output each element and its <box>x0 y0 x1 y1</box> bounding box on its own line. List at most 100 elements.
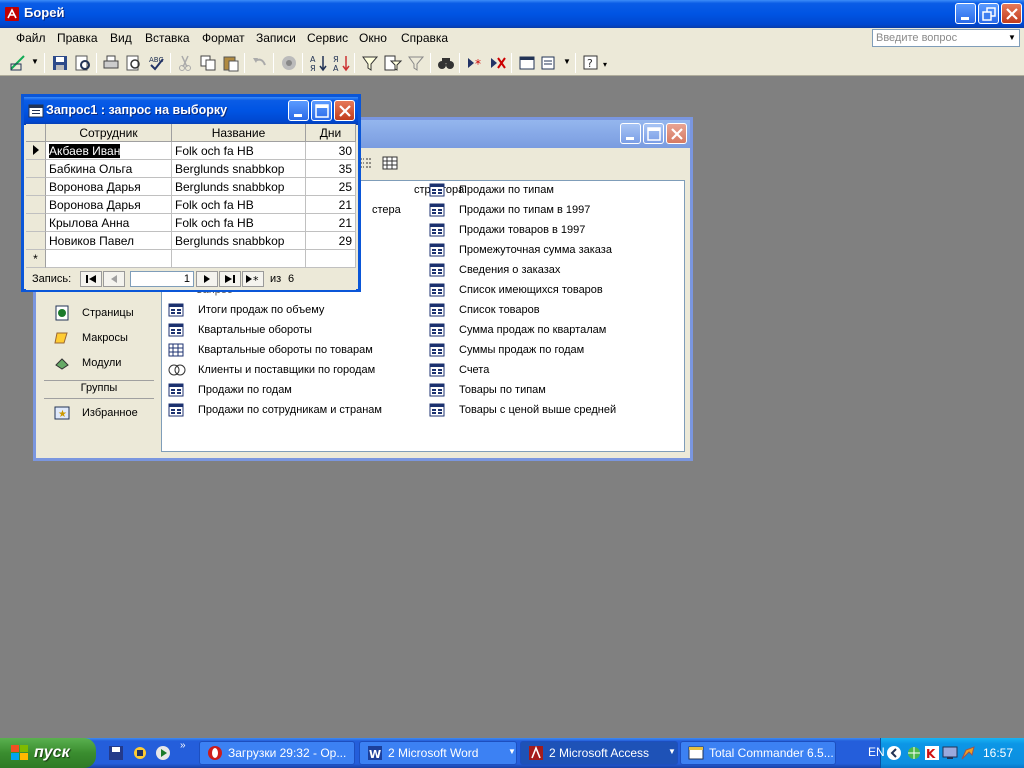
current-record-input[interactable]: 1 <box>130 271 194 287</box>
menu-format[interactable]: Формат <box>202 31 245 45</box>
ask-dropdown-icon[interactable]: ▼ <box>1008 30 1018 46</box>
details-view-icon[interactable] <box>382 156 398 170</box>
apply-filter-icon[interactable] <box>406 53 426 73</box>
table-cell[interactable]: 35 <box>306 160 356 178</box>
filter-by-form-icon[interactable] <box>383 53 403 73</box>
table-cell[interactable]: Folk och fa HB <box>172 214 306 232</box>
new-row-cell[interactable] <box>46 250 172 268</box>
quicklaunch-media-icon[interactable] <box>155 745 171 761</box>
first-record-button[interactable] <box>80 271 102 287</box>
list-item[interactable]: Товары с ценой выше средней <box>429 403 684 423</box>
row-selector[interactable] <box>26 178 46 196</box>
table-cell[interactable]: Крылова Анна <box>46 214 172 232</box>
toolbar-options-icon[interactable]: ▾ <box>603 60 607 69</box>
new-row-cell[interactable] <box>172 250 306 268</box>
menu-window[interactable]: Окно <box>359 31 387 45</box>
list-item[interactable]: Итоги продаж по объему <box>168 303 423 323</box>
db-close-button[interactable] <box>666 123 687 144</box>
list-item[interactable]: Продажи по сотрудникам и странам <box>168 403 423 423</box>
help-icon[interactable]: ? <box>581 53 601 73</box>
table-cell[interactable]: Folk och fa HB <box>172 142 306 160</box>
table-cell[interactable]: 25 <box>306 178 356 196</box>
list-item[interactable]: Товары по типам <box>429 383 684 403</box>
list-item[interactable]: Квартальные обороты по товарам <box>168 343 423 363</box>
row-selector[interactable] <box>26 160 46 178</box>
list-item[interactable]: Список товаров <box>429 303 684 323</box>
list-item[interactable]: Квартальные обороты <box>168 323 423 343</box>
access-key-icon[interactable] <box>4 6 20 22</box>
quicklaunch-save-icon[interactable] <box>108 745 124 761</box>
row-selector[interactable] <box>26 142 46 160</box>
close-button[interactable] <box>1001 3 1022 24</box>
list-item[interactable]: Промежуточная сумма заказа <box>429 243 684 263</box>
list-item[interactable]: Продажи по типам <box>429 183 684 203</box>
menu-edit[interactable]: Правка <box>57 31 98 45</box>
table-cell[interactable]: Новиков Павел <box>46 232 172 250</box>
app-titlebar[interactable] <box>0 0 1024 28</box>
table-cell[interactable]: Воронова Дарья <box>46 178 172 196</box>
previous-record-button[interactable] <box>103 271 125 287</box>
ask-question-input[interactable]: Введите вопрос <box>872 29 1020 47</box>
db-maximize-button[interactable] <box>643 123 664 144</box>
new-record-nav-button[interactable]: * <box>242 271 264 287</box>
sort-descending-icon[interactable]: ЯА <box>331 53 351 73</box>
tray-tool-icon[interactable] <box>960 745 976 761</box>
tray-antivirus-icon[interactable]: K <box>924 745 940 761</box>
menu-insert[interactable]: Вставка <box>145 31 190 45</box>
groups-header[interactable]: Группы <box>44 382 154 394</box>
list-item[interactable]: Суммы продаж по годам <box>429 343 684 363</box>
undo-icon[interactable] <box>250 53 270 73</box>
query-minimize-button[interactable] <box>288 100 309 121</box>
row-selector[interactable] <box>26 214 46 232</box>
table-cell[interactable]: 21 <box>306 196 356 214</box>
list-item[interactable]: Сведения о заказах <box>429 263 684 283</box>
database-window-icon[interactable] <box>517 53 537 73</box>
access-group-arrow-icon[interactable]: ▼ <box>668 747 676 756</box>
list-item[interactable]: Список имеющихся товаров <box>429 283 684 303</box>
print-preview-icon[interactable] <box>124 53 144 73</box>
tray-back-arrow-icon[interactable] <box>886 745 902 761</box>
filter-by-selection-icon[interactable] <box>360 53 380 73</box>
cut-icon[interactable] <box>175 53 195 73</box>
spelling-icon[interactable]: ABC <box>147 53 167 73</box>
view-dropdown-icon[interactable]: ▼ <box>31 57 39 66</box>
table-cell[interactable]: 30 <box>306 142 356 160</box>
table-cell[interactable]: 29 <box>306 232 356 250</box>
tray-network-icon[interactable] <box>906 745 922 761</box>
quicklaunch-expand-icon[interactable]: » <box>180 740 186 751</box>
menu-file[interactable]: Файл <box>16 31 46 45</box>
nav-pages[interactable]: Страницы <box>82 307 134 319</box>
new-record-icon[interactable]: * <box>465 53 485 73</box>
query-maximize-button[interactable] <box>311 100 332 121</box>
tray-display-icon[interactable] <box>942 745 958 761</box>
copy-icon[interactable] <box>198 53 218 73</box>
table-cell[interactable]: Акбаев Иван <box>46 142 172 160</box>
column-header[interactable]: Сотрудник <box>46 124 172 142</box>
list-item[interactable]: Продажи по годам <box>168 383 423 403</box>
grid-corner[interactable] <box>26 124 46 142</box>
new-row-selector[interactable]: * <box>26 250 46 268</box>
table-cell[interactable]: Berglunds snabbkop <box>172 178 306 196</box>
new-row-cell[interactable] <box>306 250 356 268</box>
minimize-button[interactable] <box>955 3 976 24</box>
table-cell[interactable]: Воронова Дарья <box>46 196 172 214</box>
list-item[interactable]: Счета <box>429 363 684 383</box>
new-object-icon[interactable] <box>540 53 560 73</box>
query-close-button[interactable] <box>334 100 355 121</box>
print-icon[interactable] <box>101 53 121 73</box>
list-item[interactable]: Продажи товаров в 1997 <box>429 223 684 243</box>
column-header[interactable]: Дни <box>306 124 356 142</box>
nav-macros[interactable]: Макросы <box>82 332 128 344</box>
file-search-icon[interactable] <box>73 53 93 73</box>
restore-button[interactable] <box>978 3 999 24</box>
last-record-button[interactable] <box>219 271 241 287</box>
list-item[interactable]: Сумма продаж по кварталам <box>429 323 684 343</box>
table-cell[interactable]: Berglunds snabbkop <box>172 160 306 178</box>
table-cell[interactable]: Berglunds snabbkop <box>172 232 306 250</box>
paste-icon[interactable] <box>221 53 241 73</box>
nav-modules[interactable]: Модули <box>82 357 121 369</box>
office-links-icon[interactable] <box>279 53 299 73</box>
save-icon[interactable] <box>50 53 70 73</box>
row-selector[interactable] <box>26 196 46 214</box>
sort-ascending-icon[interactable]: АЯ <box>308 53 328 73</box>
